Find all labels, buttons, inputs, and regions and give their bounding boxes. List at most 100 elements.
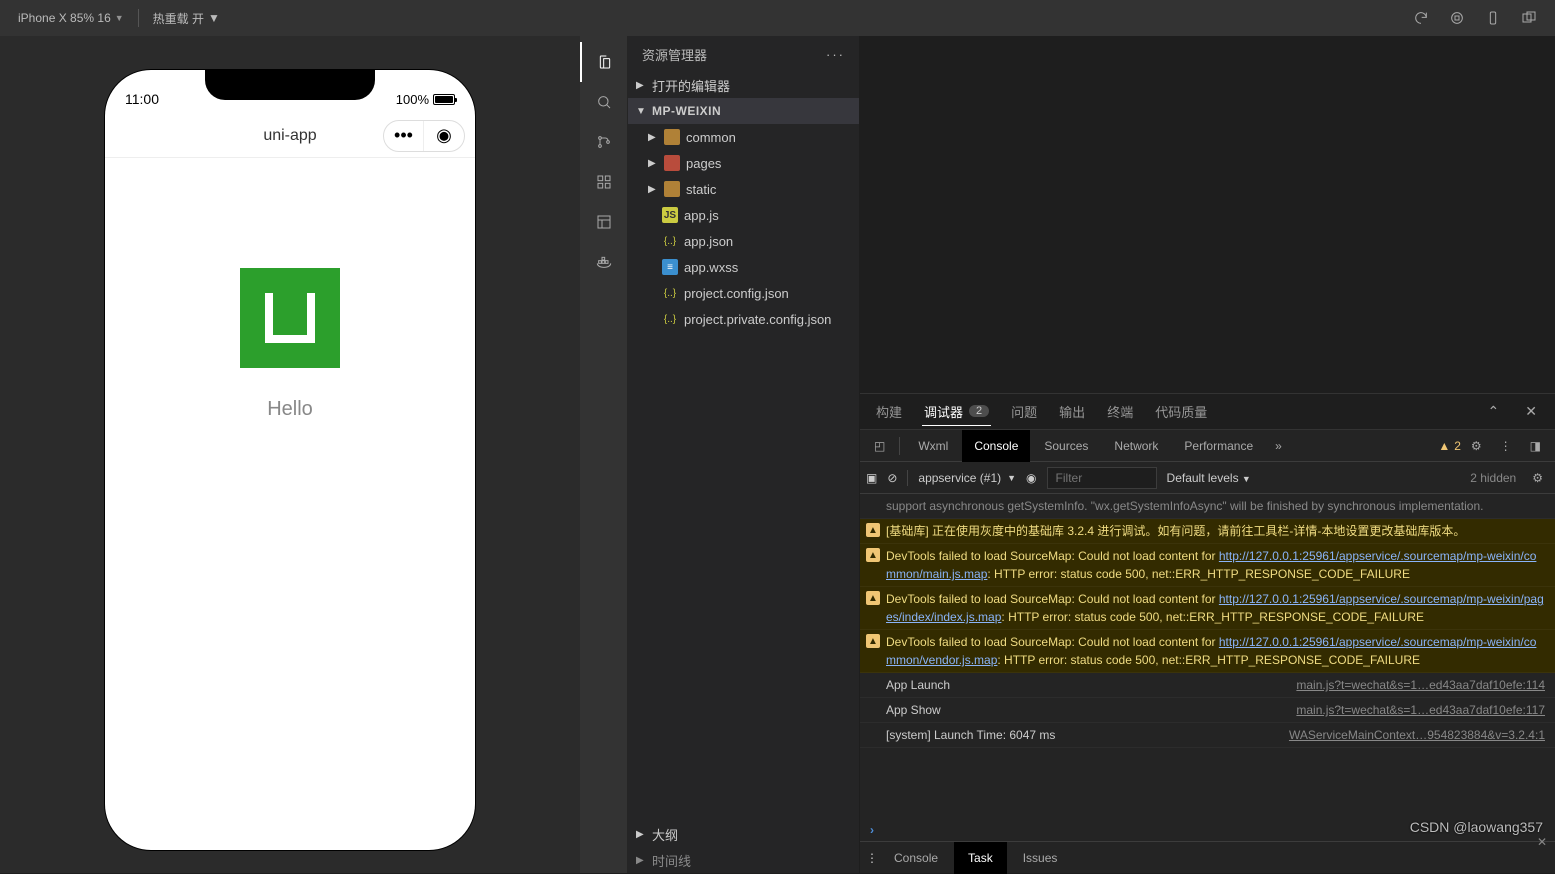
layout-icon[interactable] <box>580 202 628 242</box>
tab-debugger[interactable]: 调试器 2 <box>922 398 991 426</box>
sidebar-toggle-icon[interactable]: ▣ <box>866 471 877 485</box>
target-icon[interactable]: ◉ <box>424 121 464 151</box>
explorer-icon[interactable] <box>580 42 628 82</box>
open-editors-section[interactable]: ▶ 打开的编辑器 <box>628 72 859 98</box>
tree-item-label: common <box>686 130 736 145</box>
source-link[interactable]: http://127.0.0.1:25961/appservice/.sourc… <box>886 635 1536 667</box>
inspect-icon[interactable]: ◰ <box>866 439 893 453</box>
more-icon[interactable]: ••• <box>384 121 424 151</box>
folder-icon <box>664 155 680 171</box>
console-message: App Launch <box>886 676 1278 694</box>
kebab-icon[interactable]: ⋮ <box>1492 439 1520 453</box>
source-link[interactable]: main.js?t=wechat&s=1…ed43aa7daf10efe:117 <box>1296 701 1545 719</box>
console-message: [基础库] 正在使用灰度中的基础库 3.2.4 进行调试。如有问题，请前往工具栏… <box>886 522 1545 540</box>
tab-network[interactable]: Network <box>1102 430 1170 462</box>
filter-input[interactable] <box>1047 467 1157 489</box>
console-message: support asynchronous getSystemInfo. "wx.… <box>886 497 1545 515</box>
close-icon[interactable]: ✕ <box>1521 403 1541 420</box>
close-icon[interactable]: ✕ <box>1537 835 1547 849</box>
tree-file[interactable]: {..} project.config.json <box>628 280 859 306</box>
chevron-down-icon: ▼ <box>1242 474 1251 484</box>
tab-issues[interactable]: 问题 <box>1009 398 1039 425</box>
footer-console[interactable]: Console <box>880 842 952 874</box>
refresh-icon[interactable] <box>1403 0 1439 36</box>
tree-item-label: project.private.config.json <box>684 312 831 327</box>
source-link[interactable]: main.js?t=wechat&s=1…ed43aa7daf10efe:114 <box>1296 676 1545 694</box>
tree-item-label: app.js <box>684 208 719 223</box>
warning-icon: ▲ <box>1438 439 1450 453</box>
console-prompt[interactable]: › <box>860 819 1555 841</box>
chevron-right-icon: ▶ <box>636 829 646 840</box>
tree-item-label: app.json <box>684 234 733 249</box>
battery-icon <box>433 94 455 105</box>
levels-selector[interactable]: Default levels ▼ <box>1167 471 1251 485</box>
console-output[interactable]: support asynchronous getSystemInfo. "wx.… <box>860 494 1555 819</box>
device-label: iPhone X 85% 16 <box>18 11 111 25</box>
tab-performance[interactable]: Performance <box>1172 430 1265 462</box>
docker-icon[interactable] <box>580 242 628 282</box>
hidden-count[interactable]: 2 hidden <box>1470 471 1516 485</box>
chevron-right-icon: ▶ <box>648 184 658 195</box>
warning-icon: ▲ <box>866 591 880 605</box>
warning-chip[interactable]: ▲ 2 <box>1438 439 1461 453</box>
tab-code-quality[interactable]: 代码质量 <box>1153 398 1209 425</box>
tree-folder[interactable]: ▶ static <box>628 176 859 202</box>
context-selector[interactable]: appservice (#1) ▼ <box>918 471 1016 485</box>
console-row: ▲ DevTools failed to load SourceMap: Cou… <box>860 544 1555 587</box>
live-expression-icon[interactable]: ◉ <box>1026 471 1036 485</box>
tab-terminal[interactable]: 终端 <box>1105 398 1135 425</box>
debugger-badge: 2 <box>969 405 989 417</box>
tree-item-label: static <box>686 182 716 197</box>
tree-file[interactable]: JS app.js <box>628 202 859 228</box>
project-section[interactable]: ▼ MP-WEIXIN <box>628 98 859 124</box>
more-icon[interactable]: ··· <box>826 47 845 62</box>
more-tabs-icon[interactable]: » <box>1267 439 1290 453</box>
chevron-down-icon: ▼ <box>636 106 646 117</box>
tree-folder[interactable]: ▶ common <box>628 124 859 150</box>
tab-build[interactable]: 构建 <box>874 398 904 425</box>
open-editors-label: 打开的编辑器 <box>652 76 730 95</box>
stop-icon[interactable] <box>1439 0 1475 36</box>
device-icon[interactable] <box>1475 0 1511 36</box>
devtools: ◰ Wxml Console Sources Network Performan… <box>860 430 1555 873</box>
json-file-icon: {..} <box>662 233 678 249</box>
chevron-up-icon[interactable]: ⌃ <box>1484 403 1504 420</box>
chevron-right-icon: ▶ <box>636 80 646 91</box>
source-link[interactable]: http://127.0.0.1:25961/appservice/.sourc… <box>886 592 1544 624</box>
tree-file[interactable]: ≡ app.wxss <box>628 254 859 280</box>
window-icon[interactable] <box>1511 0 1547 36</box>
gear-icon[interactable]: ⚙ <box>1463 439 1490 453</box>
tab-console[interactable]: Console <box>962 430 1030 462</box>
source-link[interactable]: http://127.0.0.1:25961/appservice/.sourc… <box>886 549 1536 581</box>
tab-wxml[interactable]: Wxml <box>906 430 960 462</box>
hello-text: Hello <box>105 398 475 421</box>
outline-section[interactable]: ▶ 大纲 <box>628 821 859 847</box>
tree-folder[interactable]: ▶ pages <box>628 150 859 176</box>
tab-output[interactable]: 输出 <box>1057 398 1087 425</box>
warning-icon: ▲ <box>866 634 880 648</box>
source-control-icon[interactable] <box>580 122 628 162</box>
tree-file[interactable]: {..} app.json <box>628 228 859 254</box>
dock-icon[interactable]: ◨ <box>1522 439 1549 453</box>
timeline-section[interactable]: ▶ 时间线 <box>628 847 859 873</box>
tree-file[interactable]: {..} project.private.config.json <box>628 306 859 332</box>
phone-frame: 11:00 100% uni-app ••• ◉ Hello <box>105 70 475 850</box>
folder-icon <box>664 129 680 145</box>
source-link[interactable]: WAServiceMainContext…954823884&v=3.2.4:1 <box>1289 726 1545 744</box>
device-selector[interactable]: iPhone X 85% 16 ▼ <box>8 11 134 25</box>
top-toolbar: iPhone X 85% 16 ▼ 热重载 开 ▼ <box>0 0 1555 36</box>
clear-console-icon[interactable]: ⊘ <box>887 471 897 485</box>
footer-task[interactable]: Task <box>954 842 1007 874</box>
hot-reload-label: 热重载 开 <box>153 10 204 27</box>
kebab-icon[interactable]: ⋮ <box>866 851 878 865</box>
search-icon[interactable] <box>580 82 628 122</box>
tab-sources[interactable]: Sources <box>1032 430 1100 462</box>
hot-reload-toggle[interactable]: 热重载 开 ▼ <box>143 10 230 27</box>
devtools-tabs: ◰ Wxml Console Sources Network Performan… <box>860 430 1555 462</box>
phone-notch <box>205 70 375 100</box>
footer-issues[interactable]: Issues <box>1009 842 1072 874</box>
levels-label: Default levels <box>1167 471 1239 485</box>
capsule-button[interactable]: ••• ◉ <box>383 120 465 152</box>
gear-icon[interactable]: ⚙ <box>1526 471 1549 485</box>
extensions-icon[interactable] <box>580 162 628 202</box>
